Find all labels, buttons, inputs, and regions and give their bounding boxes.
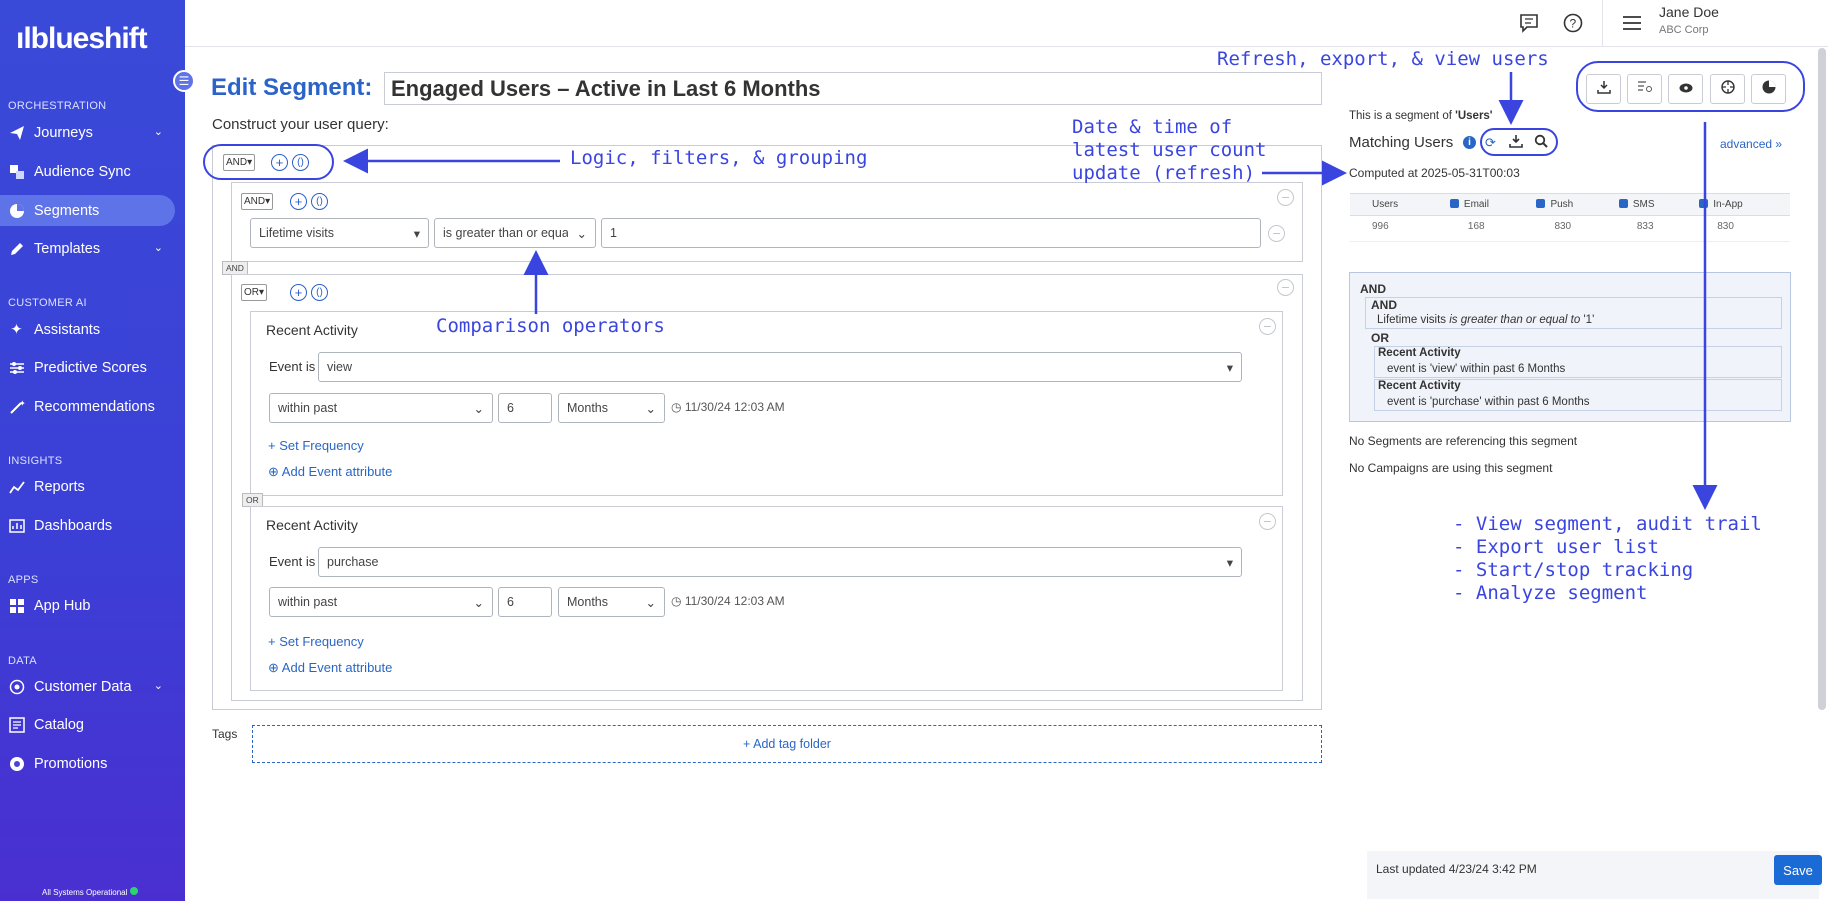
annotation-arrows (343, 72, 1718, 510)
